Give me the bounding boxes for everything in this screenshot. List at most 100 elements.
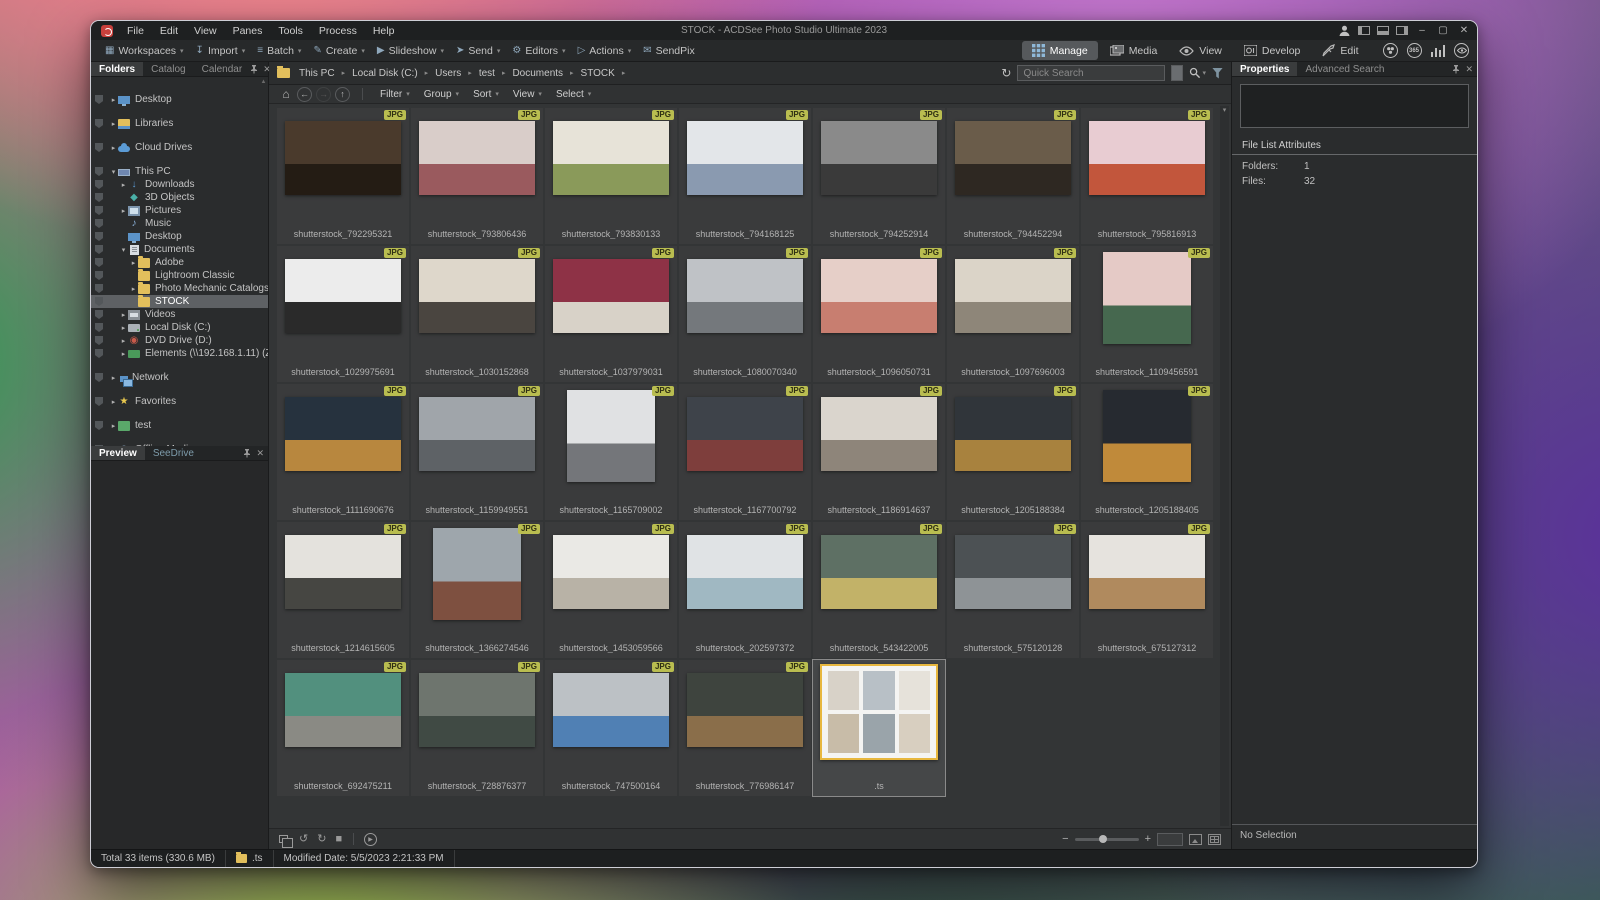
compare-icon[interactable] xyxy=(279,835,288,843)
folder-tile[interactable]: .ts xyxy=(813,660,945,796)
mode-tab-view[interactable]: View xyxy=(1169,42,1232,60)
tab-properties[interactable]: Properties xyxy=(1232,62,1297,76)
editors-button[interactable]: ⚙Editors▾ xyxy=(506,43,571,59)
image-tile[interactable]: JPGshutterstock_1366274546 xyxy=(411,522,543,658)
image-tile[interactable]: JPGshutterstock_202597372 xyxy=(679,522,811,658)
image-tile[interactable]: JPGshutterstock_543422005 xyxy=(813,522,945,658)
image-tile[interactable]: JPGshutterstock_1109456591 xyxy=(1081,246,1213,382)
sidebar-item-desktop[interactable]: Desktop xyxy=(91,230,268,243)
chevron-right-icon[interactable]: ▸ xyxy=(109,96,118,104)
close-button[interactable]: ✕ xyxy=(1457,25,1471,36)
chevron-right-icon[interactable]: ▸ xyxy=(119,337,128,345)
close-panel-icon[interactable]: ✕ xyxy=(1465,65,1473,74)
image-tile[interactable]: JPGshutterstock_794252914 xyxy=(813,108,945,244)
view-menu[interactable]: View▾ xyxy=(506,87,549,102)
home-icon[interactable]: ⌂ xyxy=(279,87,293,102)
activity-chart-icon[interactable] xyxy=(1431,44,1446,57)
rotate-ccw-icon[interactable]: ↺ xyxy=(299,834,308,845)
sort-menu[interactable]: Sort▾ xyxy=(466,87,506,102)
chevron-right-icon[interactable]: ▸ xyxy=(119,324,128,332)
filter-menu[interactable]: Filter▾ xyxy=(373,87,417,102)
image-tile[interactable]: JPGshutterstock_793830133 xyxy=(545,108,677,244)
breadcrumb-segment-users[interactable]: Users xyxy=(433,67,463,80)
breadcrumb-segment-stock[interactable]: STOCK xyxy=(579,67,617,80)
group-menu[interactable]: Group▾ xyxy=(417,87,466,102)
mode-tab-manage[interactable]: Manage xyxy=(1022,41,1098,60)
chevron-right-icon[interactable]: ▸ xyxy=(119,181,128,189)
sidebar-item-cloud-drives[interactable]: ▸Cloud Drives xyxy=(91,141,268,154)
minimize-button[interactable]: – xyxy=(1415,25,1429,36)
image-tile[interactable]: JPGshutterstock_794168125 xyxy=(679,108,811,244)
sidebar-item-documents[interactable]: ▾Documents xyxy=(91,243,268,256)
menu-panes[interactable]: Panes xyxy=(225,24,271,38)
sidebar-item-lightroom-classic[interactable]: Lightroom Classic xyxy=(91,269,268,282)
zoom-value-box[interactable] xyxy=(1157,833,1183,846)
image-tile[interactable]: JPGshutterstock_1453059566 xyxy=(545,522,677,658)
toggle-bottom-pane-icon[interactable] xyxy=(1377,26,1389,35)
image-tile[interactable]: JPGshutterstock_675127312 xyxy=(1081,522,1213,658)
sidebar-item-elements-192-168-1-11-z[interactable]: ▸Elements (\\192.168.1.11) (Z:) xyxy=(91,347,268,360)
import-button[interactable]: ↧Import▾ xyxy=(190,43,252,59)
breadcrumb-segment-documents[interactable]: Documents xyxy=(510,67,565,80)
menu-tools[interactable]: Tools xyxy=(270,24,311,38)
image-tile[interactable]: JPGshutterstock_793806436 xyxy=(411,108,543,244)
sidebar-item-photo-mechanic-catalogs[interactable]: ▸Photo Mechanic Catalogs xyxy=(91,282,268,295)
chevron-right-icon[interactable]: ▸ xyxy=(109,374,118,382)
image-tile[interactable]: JPGshutterstock_692475211 xyxy=(277,660,409,796)
image-tile[interactable]: JPGshutterstock_1029975691 xyxy=(277,246,409,382)
view-options-icon[interactable] xyxy=(1208,834,1221,845)
chevron-right-icon[interactable]: ▸ xyxy=(129,285,138,293)
image-tile[interactable]: JPGshutterstock_1205188405 xyxy=(1081,384,1213,520)
quick-search-input[interactable] xyxy=(1017,65,1165,81)
rotate-cw-icon[interactable]: ↻ xyxy=(317,834,326,845)
breadcrumb-segment-test[interactable]: test xyxy=(477,67,497,80)
chevron-right-icon[interactable]: ▸ xyxy=(109,144,118,152)
autoplay-icon[interactable]: ▶ xyxy=(364,833,377,846)
sidebar-item-local-disk-c[interactable]: ▸Local Disk (C:) xyxy=(91,321,268,334)
send-button[interactable]: ➤Send▾ xyxy=(450,43,506,59)
sidebar-item-music[interactable]: ♪Music xyxy=(91,217,268,230)
thumbnail-size-icon[interactable] xyxy=(1189,834,1202,845)
dashboard-icon[interactable] xyxy=(1383,43,1398,58)
chevron-right-icon[interactable]: ▸ xyxy=(109,398,118,406)
tree-scrollbar[interactable]: ▲ xyxy=(260,79,267,444)
image-tile[interactable]: JPGshutterstock_1080070340 xyxy=(679,246,811,382)
sidebar-item-downloads[interactable]: ▸↓Downloads xyxy=(91,178,268,191)
maximize-button[interactable]: ▢ xyxy=(1436,25,1450,36)
image-tile[interactable]: JPGshutterstock_747500164 xyxy=(545,660,677,796)
create-button[interactable]: ✎Create▾ xyxy=(307,43,370,59)
chevron-down-icon[interactable]: ▾ xyxy=(119,246,128,254)
zoom-out-icon[interactable]: − xyxy=(1062,833,1068,845)
sync-icon[interactable]: ↻ xyxy=(1001,67,1011,79)
chevron-right-icon[interactable]: ▸ xyxy=(119,207,128,215)
search-button[interactable]: ▾ xyxy=(1189,67,1206,79)
image-tile[interactable]: JPGshutterstock_1214615605 xyxy=(277,522,409,658)
image-tile[interactable]: JPGshutterstock_795816913 xyxy=(1081,108,1213,244)
batch-button[interactable]: ≡Batch▾ xyxy=(251,43,307,59)
forward-icon[interactable]: → xyxy=(316,87,331,102)
select-menu[interactable]: Select▾ xyxy=(549,87,598,102)
image-tile[interactable]: JPGshutterstock_794452294 xyxy=(947,108,1079,244)
sendpix-button[interactable]: ✉SendPix xyxy=(637,43,701,59)
tab-folders[interactable]: Folders xyxy=(91,62,143,76)
chevron-right-icon[interactable]: ▸ xyxy=(119,311,128,319)
mode-tab-develop[interactable]: Develop xyxy=(1234,42,1311,60)
menu-view[interactable]: View xyxy=(186,24,225,38)
tab-preview[interactable]: Preview xyxy=(91,446,145,460)
sidebar-item-3d-objects[interactable]: ◆3D Objects xyxy=(91,191,268,204)
breadcrumb-segment-local-disk-c[interactable]: Local Disk (C:) xyxy=(350,67,420,80)
up-icon[interactable]: ↑ xyxy=(335,87,350,102)
mode-tab-edit[interactable]: Edit xyxy=(1312,41,1368,60)
breadcrumb-segment-this-pc[interactable]: This PC xyxy=(297,67,337,80)
chevron-right-icon[interactable]: ▸ xyxy=(109,120,118,128)
sidebar-item-videos[interactable]: ▸Videos xyxy=(91,308,268,321)
toggle-left-pane-icon[interactable] xyxy=(1358,26,1370,35)
sidebar-item-favorites[interactable]: ▸★Favorites xyxy=(91,395,268,408)
chevron-right-icon[interactable]: ▸ xyxy=(119,350,128,358)
sidebar-item-libraries[interactable]: ▸Libraries xyxy=(91,117,268,130)
user-account-icon[interactable] xyxy=(1338,24,1351,37)
image-tile[interactable]: JPGshutterstock_1159949551 xyxy=(411,384,543,520)
eye-circle-icon[interactable] xyxy=(1454,43,1469,58)
slideshow-button[interactable]: ▶Slideshow▾ xyxy=(371,43,450,59)
image-tile[interactable]: JPGshutterstock_1030152868 xyxy=(411,246,543,382)
